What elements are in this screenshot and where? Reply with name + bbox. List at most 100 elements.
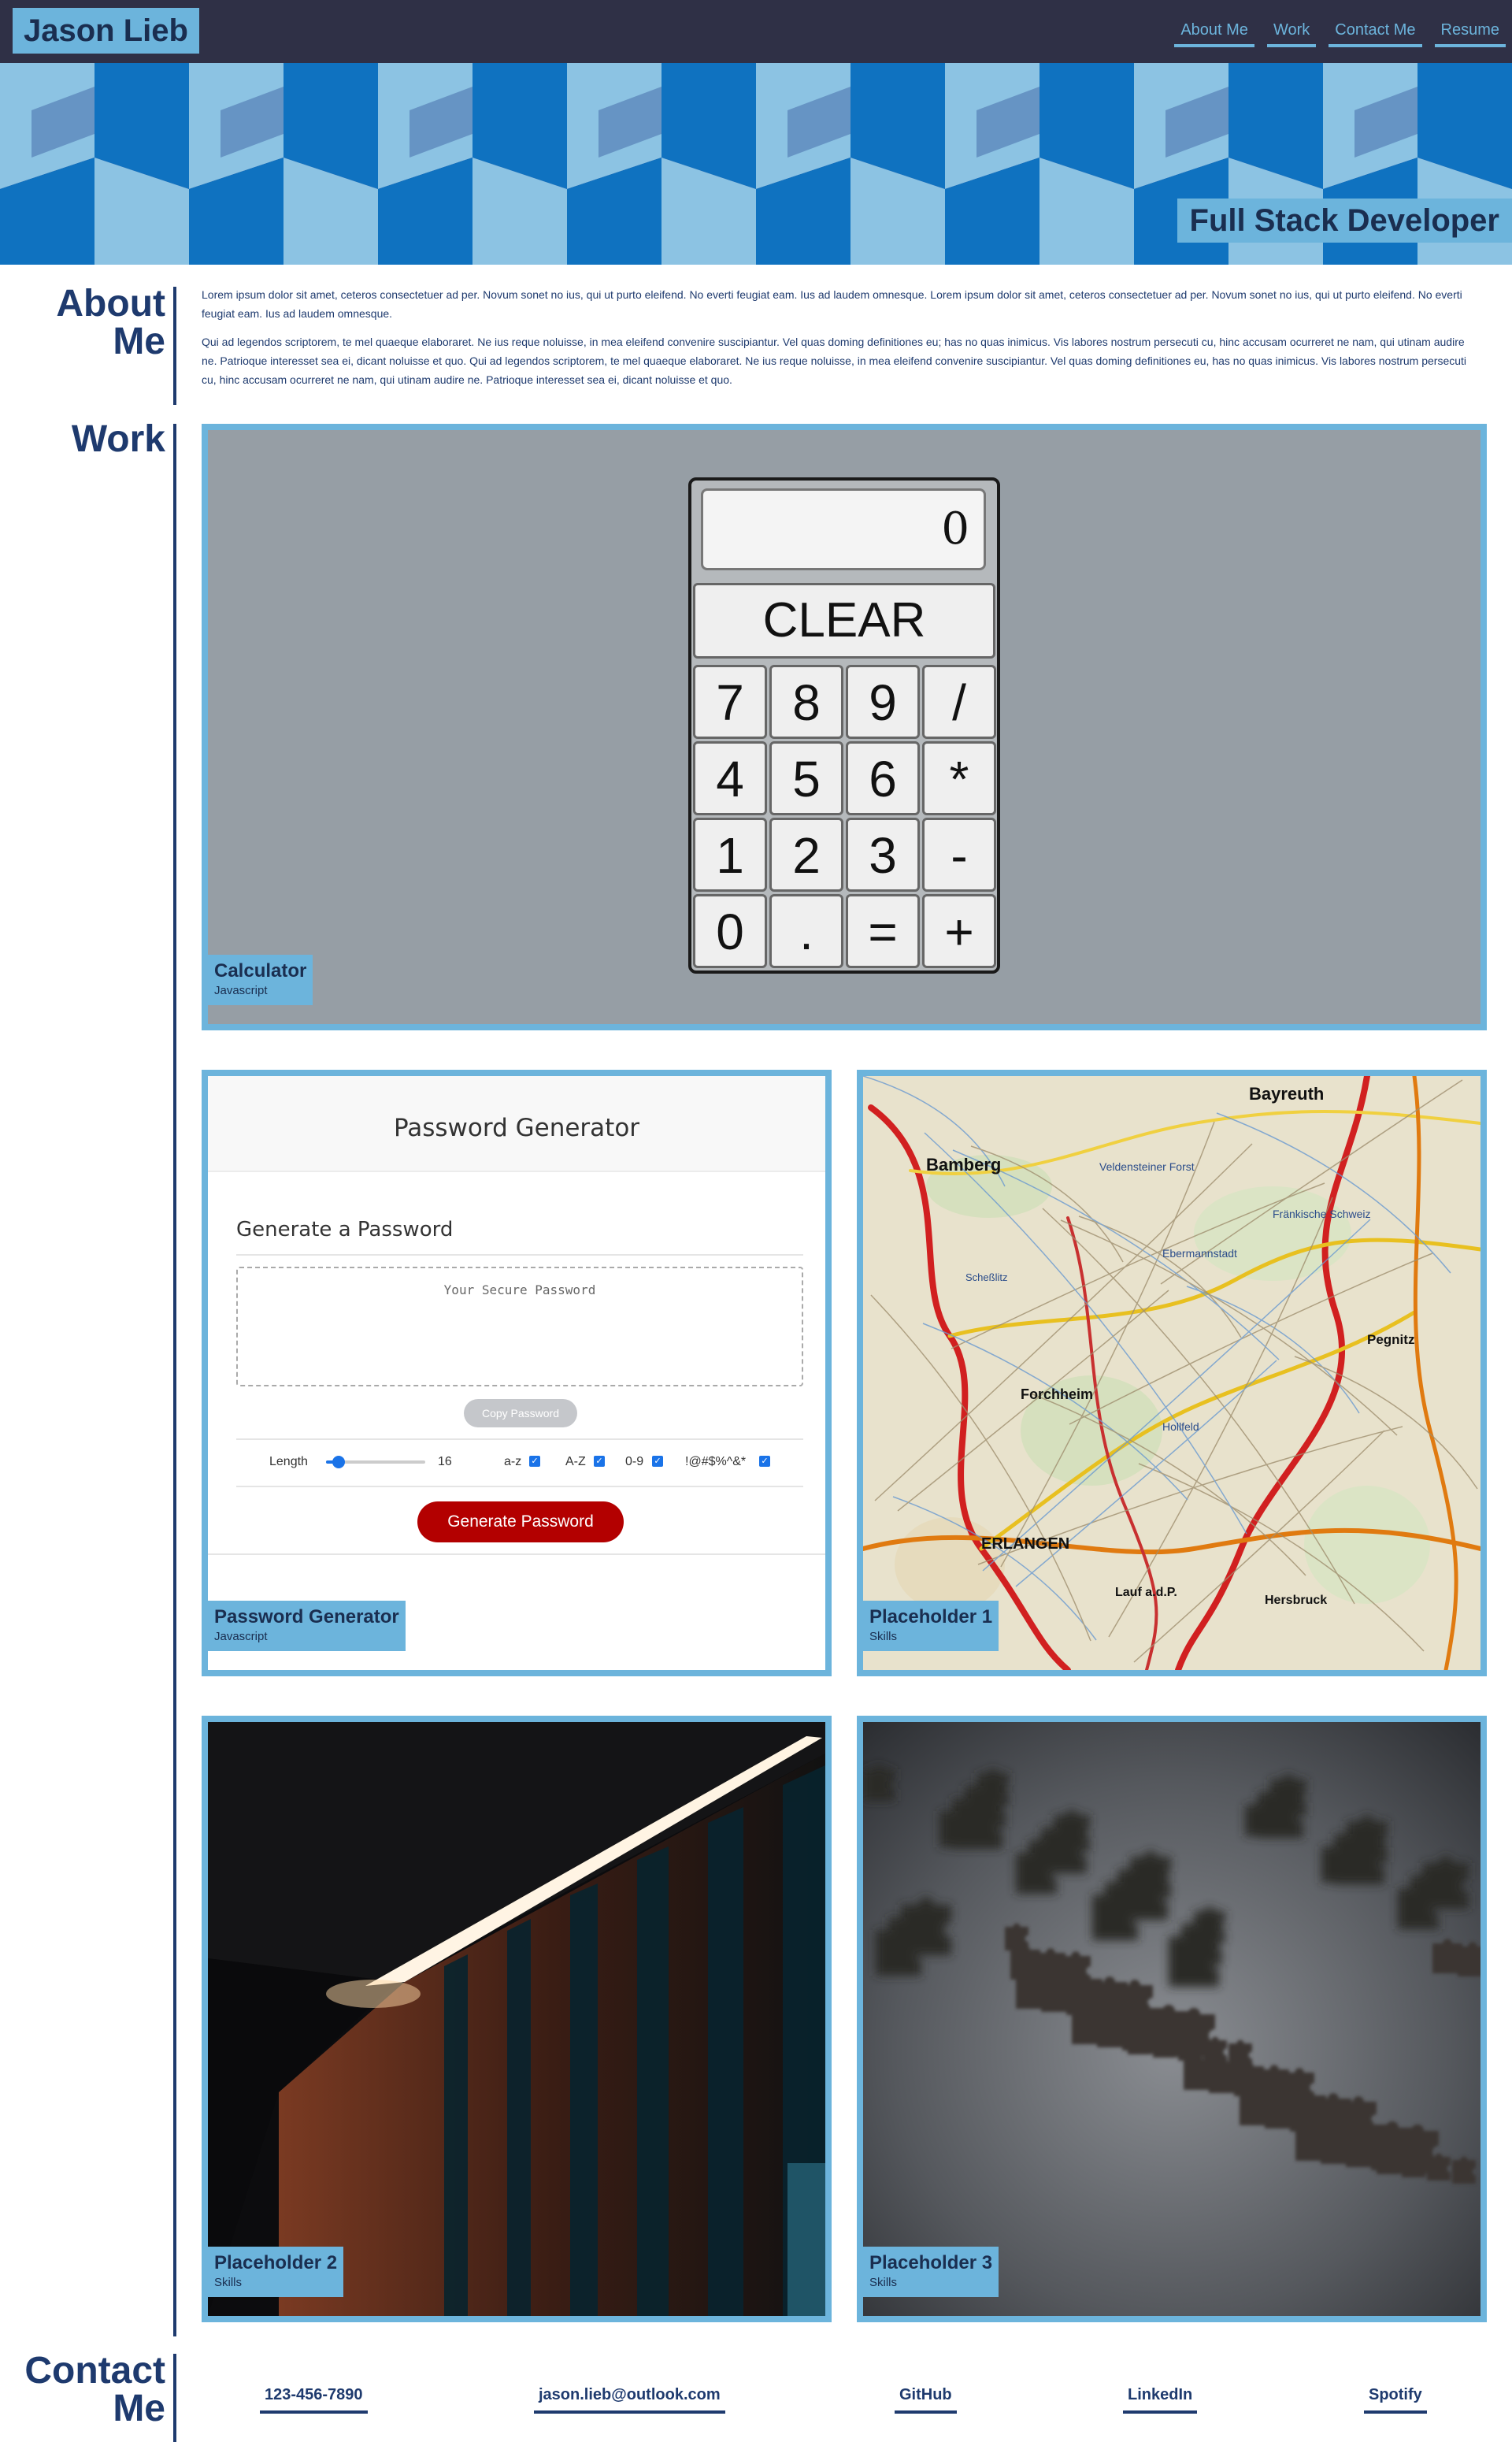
calculator-key[interactable]: + [922, 894, 996, 968]
puzzle-piece [1240, 2084, 1276, 2125]
puzzle-piece [1054, 1809, 1090, 1851]
password-generator-title: Password Generator [393, 1114, 640, 1142]
nav-link-work[interactable]: Work [1266, 16, 1317, 47]
project-card-calculator[interactable]: 0 CLEAR 7 8 9/ 4 5 6 * 1 2 3- 0. = + Calculator Java… [202, 424, 1487, 1030]
project-subtitle: Javascript [214, 984, 268, 997]
puzzle-piece [977, 1768, 1009, 1805]
calculator-key[interactable]: 8 [769, 665, 843, 739]
puzzle-piece [1427, 2153, 1451, 2180]
about-paragraph: Qui ad legendos scriptorem, te mel quaeq… [202, 336, 1467, 386]
calculator-key[interactable]: 5 [769, 741, 843, 815]
puzzle-piece [1423, 1856, 1469, 1909]
generate-password-button[interactable]: Generate Password [417, 1501, 624, 1542]
nav-link-contact[interactable]: Contact Me [1329, 16, 1422, 47]
password-output-field[interactable]: Your Secure Password [236, 1267, 803, 1386]
calculator-key[interactable]: / [922, 665, 996, 739]
calculator-key[interactable]: * [922, 741, 996, 815]
calculator-key[interactable]: 1 [693, 818, 767, 892]
length-label: Length [269, 1455, 308, 1468]
project-card-placeholder-2[interactable]: Placeholder 2 Skills [202, 1716, 832, 2322]
project-label: Placeholder 2 Skills [208, 2247, 344, 2297]
map-town-label: Bamberg [926, 1155, 1001, 1175]
puzzle-piece [1377, 2147, 1400, 2174]
puzzle-piece [1402, 2150, 1425, 2177]
map-town-label: Hollfeld [1162, 1420, 1199, 1433]
project-subtitle: Skills [869, 1630, 898, 1643]
length-slider-thumb[interactable] [332, 1456, 345, 1468]
puzzle-piece [1432, 1939, 1462, 1973]
map-town-label: Hersbruck [1265, 1594, 1327, 1607]
puzzle-piece [1295, 2111, 1338, 2161]
puzzle-piece [1130, 1850, 1171, 1898]
project-title: Placeholder 1 [869, 1606, 993, 1627]
hero-tagline: Full Stack Developer [1177, 199, 1512, 243]
map-town-label: Fränkische Schweiz [1273, 1208, 1371, 1220]
password-generator-app: Password Generator Generate a Password Y… [208, 1076, 825, 1555]
calculator-key[interactable]: 7 [693, 665, 767, 739]
map-town-label: Forchheim [1021, 1386, 1093, 1402]
road-map-image: Bayreuth Bamberg Forchheim ERLANGEN Lauf a.d… [863, 1076, 1480, 1670]
contact-heading: Contact Me [0, 2352, 165, 2428]
work-divider [173, 424, 176, 2336]
project-card-password-generator[interactable]: Password Generator Generate a Password Y… [202, 1070, 832, 1676]
project-card-placeholder-1[interactable]: Bayreuth Bamberg Forchheim ERLANGEN Lauf a.d… [857, 1070, 1487, 1676]
calculator-key[interactable]: - [922, 818, 996, 892]
contact-heading-text: Contact Me [24, 2350, 165, 2429]
map-town-label: Scheßlitz [965, 1271, 1007, 1283]
divider [236, 1254, 803, 1256]
calculator-widget: 0 CLEAR 7 8 9/ 4 5 6 * 1 2 3- 0. = + [688, 477, 1000, 974]
calculator-key[interactable]: 2 [769, 818, 843, 892]
calculator-key[interactable]: 6 [846, 741, 920, 815]
calculator-key[interactable]: 4 [693, 741, 767, 815]
puzzle-piece [1153, 2030, 1177, 2058]
calculator-key[interactable]: . [769, 894, 843, 968]
numbers-checkbox[interactable]: ✓ [652, 1456, 663, 1467]
puzzle-piece [1452, 2156, 1476, 2184]
divider [236, 1438, 803, 1440]
project-subtitle: Javascript [214, 1630, 268, 1643]
calculator-clear-button[interactable]: CLEAR [693, 583, 995, 659]
contact-divider [173, 2354, 176, 2442]
uppercase-checkbox[interactable]: ✓ [594, 1456, 605, 1467]
map-town-label: ERLANGEN [981, 1535, 1069, 1553]
copy-password-button[interactable]: Copy Password [464, 1399, 577, 1427]
contact-spotify-link[interactable]: Spotify [1364, 2384, 1427, 2414]
calculator-key[interactable]: 9 [846, 665, 920, 739]
about-heading-text: About Me [56, 283, 165, 362]
project-label: Calculator Javascript [208, 955, 313, 1005]
contact-phone-link[interactable]: 123-456-7890 [260, 2384, 368, 2414]
nav-link-about[interactable]: About Me [1174, 16, 1254, 47]
about-text: Lorem ipsum dolor sit amet, ceteros cons… [202, 285, 1477, 389]
puzzle-pieces-photo [863, 1722, 1480, 2316]
project-title: Calculator [214, 960, 307, 982]
calculator-key[interactable]: 3 [846, 818, 920, 892]
contact-github-link[interactable]: GitHub [895, 2384, 957, 2414]
about-heading: About Me [0, 285, 165, 361]
puzzle-piece [1194, 1906, 1225, 1943]
puzzle-piece [1347, 1815, 1388, 1862]
puzzle-piece [901, 1897, 951, 1955]
symbols-checkbox[interactable]: ✓ [759, 1456, 770, 1467]
map-town-label: Bayreuth [1249, 1084, 1324, 1104]
calculator-key[interactable]: 0 [693, 894, 767, 968]
puzzle-piece [1128, 2027, 1151, 2054]
project-subtitle: Skills [214, 2276, 243, 2289]
main-nav: About Me Work Contact Me Resume [1174, 16, 1506, 47]
map-town-label: Lauf a.d.P. [1115, 1586, 1177, 1599]
project-label: Placeholder 3 Skills [863, 2247, 999, 2297]
contact-email-link[interactable]: jason.lieb@outlook.com [534, 2384, 725, 2414]
puzzle-piece [1184, 2055, 1214, 2090]
project-card-placeholder-3[interactable]: Placeholder 3 Skills [857, 1716, 1487, 2322]
calculator-key[interactable]: = [846, 894, 920, 968]
puzzle-piece [1270, 1774, 1306, 1816]
architecture-photo [208, 1722, 825, 2316]
contact-linkedin-link[interactable]: LinkedIn [1123, 2384, 1198, 2414]
nav-link-resume[interactable]: Resume [1434, 16, 1506, 47]
lowercase-checkbox[interactable]: ✓ [529, 1456, 540, 1467]
puzzle-piece [1072, 1995, 1114, 2044]
site-title[interactable]: Jason Lieb [13, 8, 199, 54]
puzzle-piece [863, 1765, 895, 1801]
work-heading: Work [71, 418, 165, 460]
symbols-option-label: !@#$%^&* [685, 1455, 747, 1468]
numbers-option-label: 0-9 [625, 1455, 644, 1468]
